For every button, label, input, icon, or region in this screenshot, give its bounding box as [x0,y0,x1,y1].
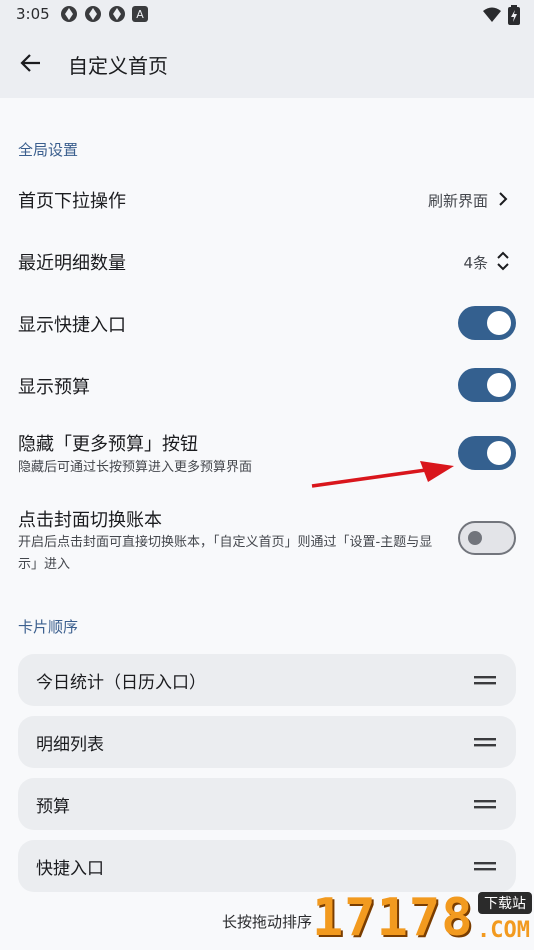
battery-icon [508,5,520,29]
drag-handle-icon[interactable] [474,673,496,687]
drag-handle-icon[interactable] [474,797,496,811]
chevron-right-icon [494,190,512,208]
setting-value: 刷新界面 [427,192,488,210]
order-card[interactable]: 今日统计（日历入口） [18,654,516,706]
switch-knob [487,373,511,397]
switch-knob [487,311,511,335]
notification-icons: A [60,5,148,23]
card-label: 预算 [36,797,70,817]
app-notification-icon [84,5,102,23]
app-notification-icon [60,5,78,23]
setting-title: 最近明细数量 [18,253,126,274]
setting-title: 点击封面切换账本 [18,510,162,531]
switch-knob [487,441,511,465]
toggle-switch-show-budget[interactable] [458,368,516,402]
switch-knob [468,531,482,545]
setting-title: 显示预算 [18,377,90,398]
watermark-logo: 17178 下载站 .COM [312,886,534,950]
setting-value: 4条 [463,254,488,272]
app-notification-icon [108,5,126,23]
order-card[interactable]: 快捷入口 [18,840,516,892]
page-title: 自定义首页 [68,54,168,78]
drag-handle-icon[interactable] [474,735,496,749]
setting-title: 首页下拉操作 [18,191,126,212]
order-card[interactable]: 明细列表 [18,716,516,768]
setting-show-budget[interactable]: 显示预算 [0,358,534,412]
toggle-switch-tap-cover[interactable] [458,521,516,555]
arrow-left-icon [20,54,40,72]
setting-tap-cover-switch[interactable]: 点击封面切换账本 开启后点击封面可直接切换账本，「自定义首页」则通过「设置-主题… [0,500,534,582]
annotation-arrow-icon [311,461,454,488]
setting-title: 显示快捷入口 [18,315,126,336]
top-bar-background: 3:05 A 自定义首页 [0,0,534,98]
section-label-card-order: 卡片顺序 [18,618,79,636]
setting-recent-count[interactable]: 最近明细数量 4条 [0,234,534,288]
order-card[interactable]: 预算 [18,778,516,830]
toggle-switch-show-shortcuts[interactable] [458,306,516,340]
status-bar: 3:05 A [0,0,534,28]
setting-title: 隐藏「更多预算」按钮 [18,434,198,455]
watermark-badge: 下载站 [478,892,532,914]
wifi-icon [482,7,502,27]
section-label-global: 全局设置 [18,141,79,159]
card-label: 明细列表 [36,735,104,755]
back-button[interactable] [14,46,48,80]
card-label: 快捷入口 [36,859,104,879]
watermark-suffix: .COM [477,918,530,943]
setting-show-shortcuts[interactable]: 显示快捷入口 [0,296,534,350]
app-bar: 自定义首页 [0,28,534,98]
status-right [482,5,520,29]
toggle-switch-hide-more-budget[interactable] [458,436,516,470]
card-label: 今日统计（日历入口） [36,673,206,693]
setting-subtitle: 开启后点击封面可直接切换账本，「自定义首页」则通过「设置-主题与显示」进入 [18,535,433,572]
status-time: 3:05 [16,5,50,23]
setting-pull-action[interactable]: 首页下拉操作 刷新界面 [0,172,534,226]
drag-handle-icon[interactable] [474,859,496,873]
watermark-digits: 17178 [312,888,474,948]
up-down-chevron-icon[interactable] [494,249,512,273]
a-badge-icon: A [132,6,148,22]
